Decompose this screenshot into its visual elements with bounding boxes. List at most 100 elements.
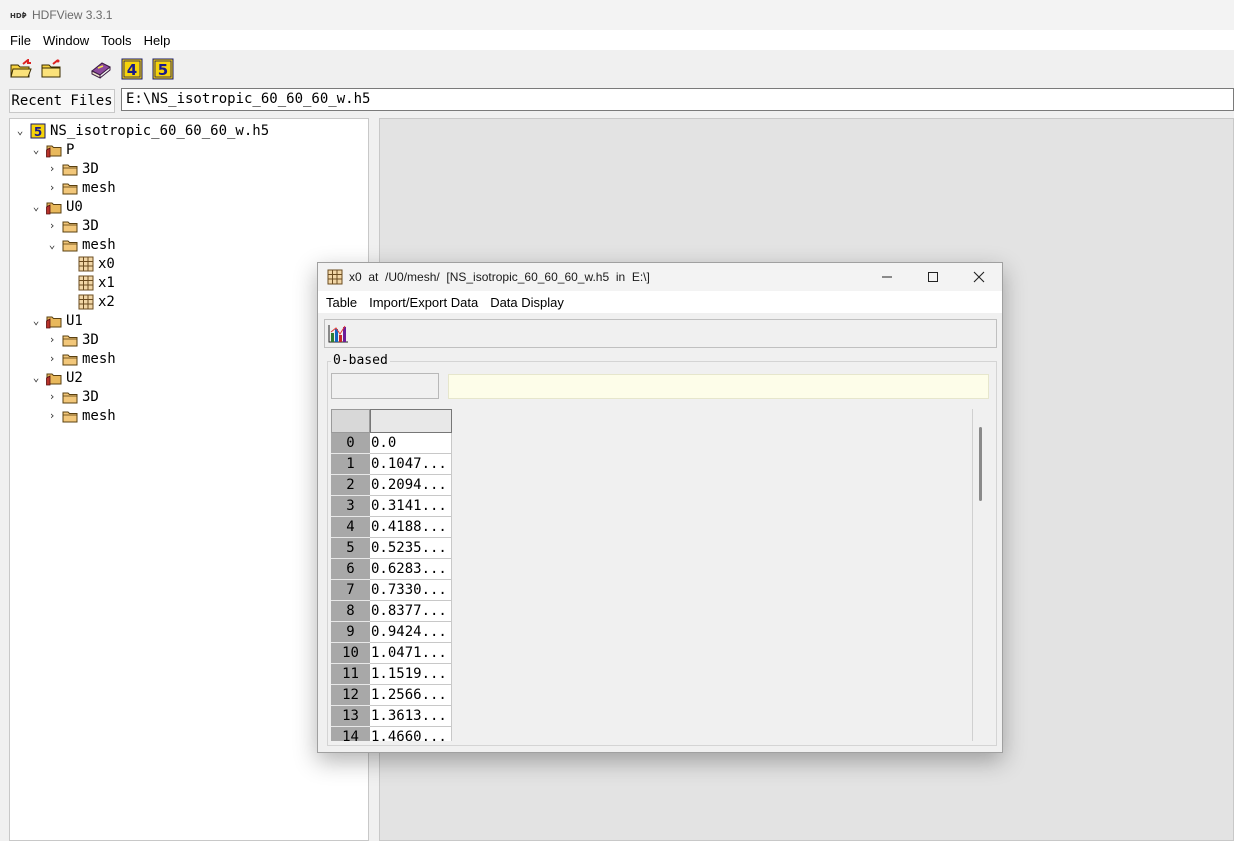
table-cell[interactable]: 0.6283... [370,559,452,580]
hdf5-library-icon[interactable]: 5 [152,58,174,80]
tree-node-label: x0 [98,255,115,272]
recent-files-button[interactable]: Recent Files [9,89,115,113]
tree-node-u0-3d[interactable]: › 3D [46,216,99,235]
chevron-down-icon[interactable]: ⌄ [14,124,26,137]
row-header[interactable]: 0 [331,433,370,454]
tree-node-dataset-x0[interactable]: x0 [78,254,115,273]
folder-icon [62,408,78,424]
chevron-right-icon[interactable]: › [46,352,58,365]
open-file-icon[interactable] [10,58,32,80]
data-table[interactable]: 0 0.0 1 0.1047... 2 0.2094... 3 0.3141... 4 0.418… [331,409,453,741]
dataset-table-icon [327,269,343,285]
vertical-scrollbar[interactable] [972,409,986,741]
row-header[interactable]: 5 [331,538,370,559]
chevron-down-icon[interactable]: ⌄ [46,238,58,251]
row-header[interactable]: 7 [331,580,370,601]
row-header[interactable]: 10 [331,643,370,664]
tree-node-dataset-x1[interactable]: x1 [78,273,115,292]
tree-node-p-3d[interactable]: › 3D [46,159,99,178]
menu-tools[interactable]: Tools [95,33,137,48]
tree-node-label: 3D [82,331,99,348]
row-header[interactable]: 4 [331,517,370,538]
menu-file[interactable]: File [4,33,37,48]
chevron-down-icon[interactable]: ⌄ [30,200,42,213]
app-title: HDFView 3.3.1 [32,8,113,22]
close-icon[interactable] [956,263,1002,291]
row-header[interactable]: 12 [331,685,370,706]
row-header[interactable]: 13 [331,706,370,727]
tree-node-p-mesh[interactable]: › mesh [46,178,116,197]
tree-node-group-u0[interactable]: ⌄ U0 [30,197,83,216]
tree-node-u1-3d[interactable]: › 3D [46,330,99,349]
table-cell[interactable]: 1.4660... [370,727,452,741]
row-header[interactable]: 9 [331,622,370,643]
row-header[interactable]: 1 [331,454,370,475]
tree-node-file[interactable]: ⌄ NS_isotropic_60_60_60_w.h5 [14,121,269,140]
chart-icon[interactable] [327,324,349,344]
chevron-right-icon[interactable]: › [46,181,58,194]
tree-node-label: U0 [66,198,83,215]
tree-node-group-p[interactable]: ⌄ P [30,140,75,159]
chevron-right-icon[interactable]: › [46,219,58,232]
chevron-right-icon[interactable]: › [46,409,58,422]
table-cell[interactable]: 0.0 [370,433,452,454]
chevron-down-icon[interactable]: ⌄ [30,371,42,384]
cell-value-field[interactable] [448,374,989,399]
tree-node-u2-3d[interactable]: › 3D [46,387,99,406]
tree-node-dataset-x2[interactable]: x2 [78,292,115,311]
chevron-down-icon[interactable]: ⌄ [30,314,42,327]
menu-import-export[interactable]: Import/Export Data [363,295,484,310]
chevron-right-icon[interactable]: › [46,390,58,403]
row-header[interactable]: 2 [331,475,370,496]
tree-node-group-u2[interactable]: ⌄ U2 [30,368,83,387]
folder-icon [62,332,78,348]
tree-node-u1-mesh[interactable]: › mesh [46,349,116,368]
folder-icon [62,218,78,234]
group-folder-icon [46,313,62,329]
tree-node-label: 3D [82,388,99,405]
row-header[interactable]: 11 [331,664,370,685]
file-tree-panel[interactable]: ⌄ NS_isotropic_60_60_60_w.h5 ⌄ P › 3D › … [9,118,369,841]
file-path-combobox[interactable]: E:\NS_isotropic_60_60_60_w.h5 [121,88,1234,111]
table-cell[interactable]: 1.2566... [370,685,452,706]
svg-text:4: 4 [127,61,137,79]
table-cell[interactable]: 0.5235... [370,538,452,559]
chevron-down-icon[interactable]: ⌄ [30,143,42,156]
hdf4-library-icon[interactable]: 4 [121,58,143,80]
table-cell[interactable]: 1.1519... [370,664,452,685]
row-header[interactable]: 3 [331,496,370,517]
table-cell[interactable]: 0.9424... [370,622,452,643]
table-cell[interactable]: 0.3141... [370,496,452,517]
chevron-right-icon[interactable]: › [46,162,58,175]
row-header[interactable]: 6 [331,559,370,580]
table-cell[interactable]: 0.7330... [370,580,452,601]
menu-data-display[interactable]: Data Display [484,295,570,310]
folder-icon [62,389,78,405]
row-header[interactable]: 14 [331,727,370,741]
menu-help[interactable]: Help [138,33,177,48]
maximize-icon[interactable] [910,263,956,291]
tree-node-u0-mesh[interactable]: ⌄ mesh [46,235,116,254]
table-cell[interactable]: 0.8377... [370,601,452,622]
table-cell[interactable]: 1.0471... [370,643,452,664]
tree-node-group-u1[interactable]: ⌄ U1 [30,311,83,330]
minimize-icon[interactable] [864,263,910,291]
table-cell[interactable]: 1.3613... [370,706,452,727]
table-cell[interactable]: 0.1047... [370,454,452,475]
tree-node-u2-mesh[interactable]: › mesh [46,406,116,425]
cell-location-field[interactable] [331,373,439,399]
table-column-header[interactable] [370,409,452,433]
row-header[interactable]: 8 [331,601,370,622]
tree-node-label: mesh [82,407,116,424]
table-cell[interactable]: 0.2094... [370,475,452,496]
open-readonly-icon[interactable] [41,58,63,80]
scrollbar-thumb[interactable] [979,427,982,501]
dataset-window-title-bar[interactable]: x0 at /U0/mesh/ [NS_isotropic_60_60_60_w… [318,263,1002,291]
menu-window[interactable]: Window [37,33,95,48]
chevron-right-icon[interactable]: › [46,333,58,346]
tree-node-label: 3D [82,217,99,234]
table-corner-header[interactable] [331,409,370,433]
help-book-icon[interactable] [90,58,112,80]
menu-table[interactable]: Table [320,295,363,310]
table-cell[interactable]: 0.4188... [370,517,452,538]
